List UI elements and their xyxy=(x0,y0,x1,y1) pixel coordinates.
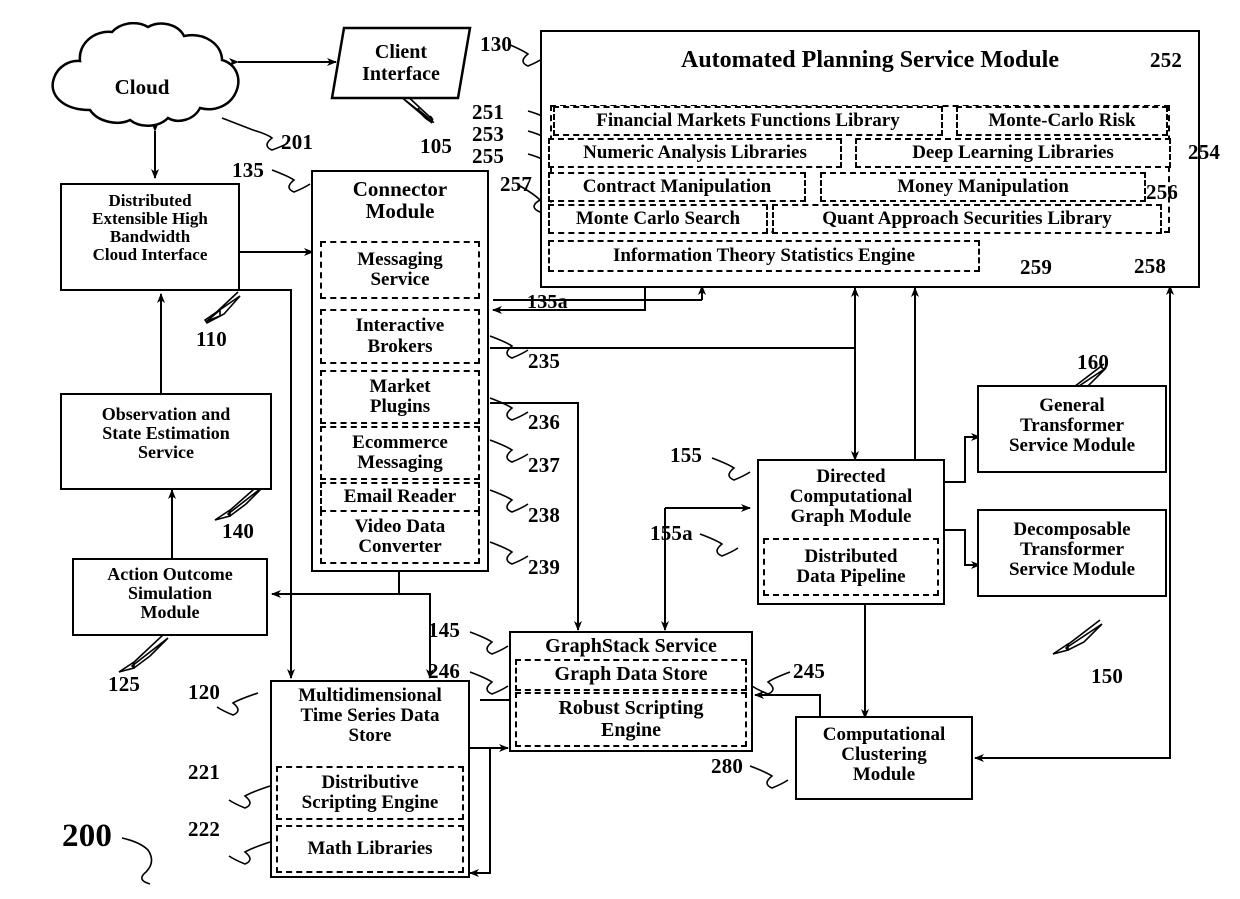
library-numeric-analysis[interactable]: Numeric Analysis Libraries xyxy=(548,138,842,168)
ref-130: 130 xyxy=(480,32,513,56)
multidim-store-label: Multidimensional Time Series Data Store xyxy=(298,685,442,747)
general-transformer-label: General Transformer Service Module xyxy=(1008,395,1136,457)
ref-145: 145 xyxy=(428,618,461,642)
ref-257: 257 xyxy=(500,172,533,196)
submodule-distributive-scripting-engine[interactable]: Distributive Scripting Engine xyxy=(276,766,464,820)
ref-155: 155 xyxy=(670,443,703,467)
library-monte-carlo-risk[interactable]: Monte-Carlo Risk xyxy=(956,106,1168,136)
ref-105: 105 xyxy=(420,134,453,158)
ref-221: 221 xyxy=(188,760,221,784)
decomposable-transformer-service-module[interactable]: Decomposable Transformer Service Module xyxy=(977,509,1167,597)
ref-140: 140 xyxy=(222,519,255,543)
connector-submodule-video-data-converter[interactable]: Video Data Converter xyxy=(320,510,480,564)
action-outcome-label: Action Outcome Simulation Module xyxy=(107,564,233,623)
patent-figure-canvas: Cloud Client Interface Automated Plannin… xyxy=(0,0,1240,899)
observation-state-estimation-service[interactable]: Observation and State Estimation Service xyxy=(60,393,272,490)
ref-125: 125 xyxy=(108,672,141,696)
ref-237: 237 xyxy=(528,453,561,477)
connector-submodule-ecommerce-messaging[interactable]: Ecommerce Messaging xyxy=(320,426,480,480)
ref-135: 135 xyxy=(232,158,265,182)
ref-150: 150 xyxy=(1091,664,1124,688)
client-interface-node[interactable]: Client Interface xyxy=(330,26,472,100)
ref-120: 120 xyxy=(188,680,221,704)
observation-service-label: Observation and State Estimation Service xyxy=(101,404,231,463)
ref-figure-200: 200 xyxy=(62,818,113,854)
connector-submodule-messaging-service[interactable]: Messaging Service xyxy=(320,241,480,299)
client-interface-label: Client Interface xyxy=(362,41,440,85)
submodule-graph-data-store[interactable]: Graph Data Store xyxy=(515,659,747,691)
ref-135a: 135a xyxy=(527,291,568,313)
ref-259: 259 xyxy=(1020,255,1053,279)
graphstack-label: GraphStack Service xyxy=(545,635,717,657)
ref-254: 254 xyxy=(1188,140,1221,164)
connector-submodule-interactive-brokers[interactable]: Interactive Brokers xyxy=(320,309,480,364)
ref-258: 258 xyxy=(1134,254,1167,278)
submodule-robust-scripting-engine[interactable]: Robust Scripting Engine xyxy=(515,692,747,747)
ref-245: 245 xyxy=(793,659,826,683)
ref-252: 252 xyxy=(1150,48,1183,72)
submodule-distributed-data-pipeline[interactable]: Distributed Data Pipeline xyxy=(763,538,939,596)
cloud-label: Cloud xyxy=(114,75,170,99)
directed-graph-label: Directed Computational Graph Module xyxy=(789,466,913,528)
library-monte-carlo-search[interactable]: Monte Carlo Search xyxy=(548,204,768,234)
library-information-theory-statistics[interactable]: Information Theory Statistics Engine xyxy=(548,240,980,272)
ref-160: 160 xyxy=(1077,350,1110,374)
distributed-cloud-interface-label: Distributed Extensible High Bandwidth Cl… xyxy=(92,191,208,265)
library-contract-manipulation[interactable]: Contract Manipulation xyxy=(548,172,806,202)
connector-submodule-market-plugins[interactable]: Market Plugins xyxy=(320,370,480,424)
ref-238: 238 xyxy=(528,503,561,527)
distributed-cloud-interface-node[interactable]: Distributed Extensible High Bandwidth Cl… xyxy=(60,183,240,291)
ref-222: 222 xyxy=(188,817,221,841)
ref-236: 236 xyxy=(528,410,561,434)
ref-255: 255 xyxy=(472,144,505,168)
library-quant-approach-securities[interactable]: Quant Approach Securities Library xyxy=(772,204,1162,234)
general-transformer-service-module[interactable]: General Transformer Service Module xyxy=(977,385,1167,473)
library-money-manipulation[interactable]: Money Manipulation xyxy=(820,172,1146,202)
computational-clustering-label: Computational Clustering Module xyxy=(822,724,946,786)
submodule-math-libraries[interactable]: Math Libraries xyxy=(276,825,464,873)
library-deep-learning[interactable]: Deep Learning Libraries xyxy=(855,138,1171,168)
connector-submodule-email-reader[interactable]: Email Reader xyxy=(320,482,480,512)
ref-155a: 155a xyxy=(650,521,693,545)
ref-280: 280 xyxy=(711,754,744,778)
ref-110: 110 xyxy=(196,327,227,351)
ref-235: 235 xyxy=(528,349,561,373)
automated-planning-title: Automated Planning Service Module xyxy=(681,47,1059,73)
connector-module-label: Connector Module xyxy=(352,177,448,224)
ref-246: 246 xyxy=(428,659,461,683)
decomposable-transformer-label: Decomposable Transformer Service Module xyxy=(1008,519,1136,581)
ref-256: 256 xyxy=(1146,180,1179,204)
action-outcome-simulation-module[interactable]: Action Outcome Simulation Module xyxy=(72,558,268,636)
ref-201: 201 xyxy=(281,130,314,154)
computational-clustering-module[interactable]: Computational Clustering Module xyxy=(795,716,973,800)
library-financial-markets[interactable]: Financial Markets Functions Library xyxy=(553,106,943,136)
ref-239: 239 xyxy=(528,555,561,579)
